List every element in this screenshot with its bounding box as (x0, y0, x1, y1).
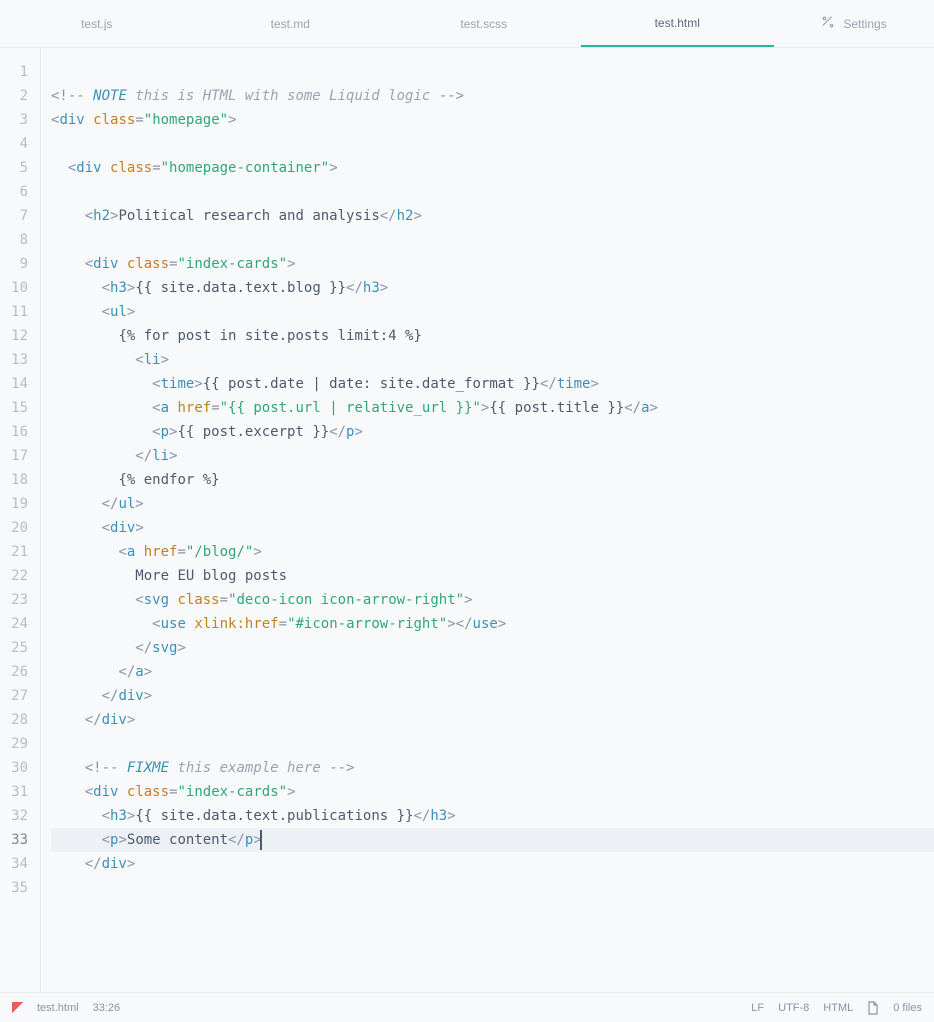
tab-test-scss[interactable]: test.scss (387, 0, 581, 47)
code-area[interactable]: <!-- NOTE this is HTML with some Liquid … (40, 48, 934, 992)
tab-label: test.html (655, 16, 700, 30)
status-file-count[interactable]: 0 files (893, 1002, 922, 1014)
status-filename[interactable]: test.html (37, 1002, 79, 1014)
tab-label: test.js (81, 17, 112, 31)
file-icon (867, 1001, 879, 1015)
tab-bar: test.js test.md test.scss test.html Sett… (0, 0, 934, 48)
editor: 1234567891011121314151617181920212223242… (0, 48, 934, 992)
status-language[interactable]: HTML (823, 1002, 853, 1014)
tab-test-js[interactable]: test.js (0, 0, 194, 47)
tab-test-html[interactable]: test.html (581, 0, 775, 47)
status-cursor-position[interactable]: 33:26 (93, 1002, 121, 1014)
settings-icon (821, 15, 835, 32)
tab-test-md[interactable]: test.md (194, 0, 388, 47)
tab-label: test.md (271, 17, 310, 31)
status-bar: test.html 33:26 LF UTF-8 HTML 0 files (0, 992, 934, 1022)
settings-label: Settings (843, 17, 886, 31)
tab-settings[interactable]: Settings (774, 0, 934, 47)
status-encoding[interactable]: UTF-8 (778, 1002, 809, 1014)
tab-label: test.scss (460, 17, 507, 31)
status-line-ending[interactable]: LF (751, 1002, 764, 1014)
line-number-gutter: 1234567891011121314151617181920212223242… (0, 48, 40, 992)
modified-indicator-icon (12, 1002, 23, 1013)
